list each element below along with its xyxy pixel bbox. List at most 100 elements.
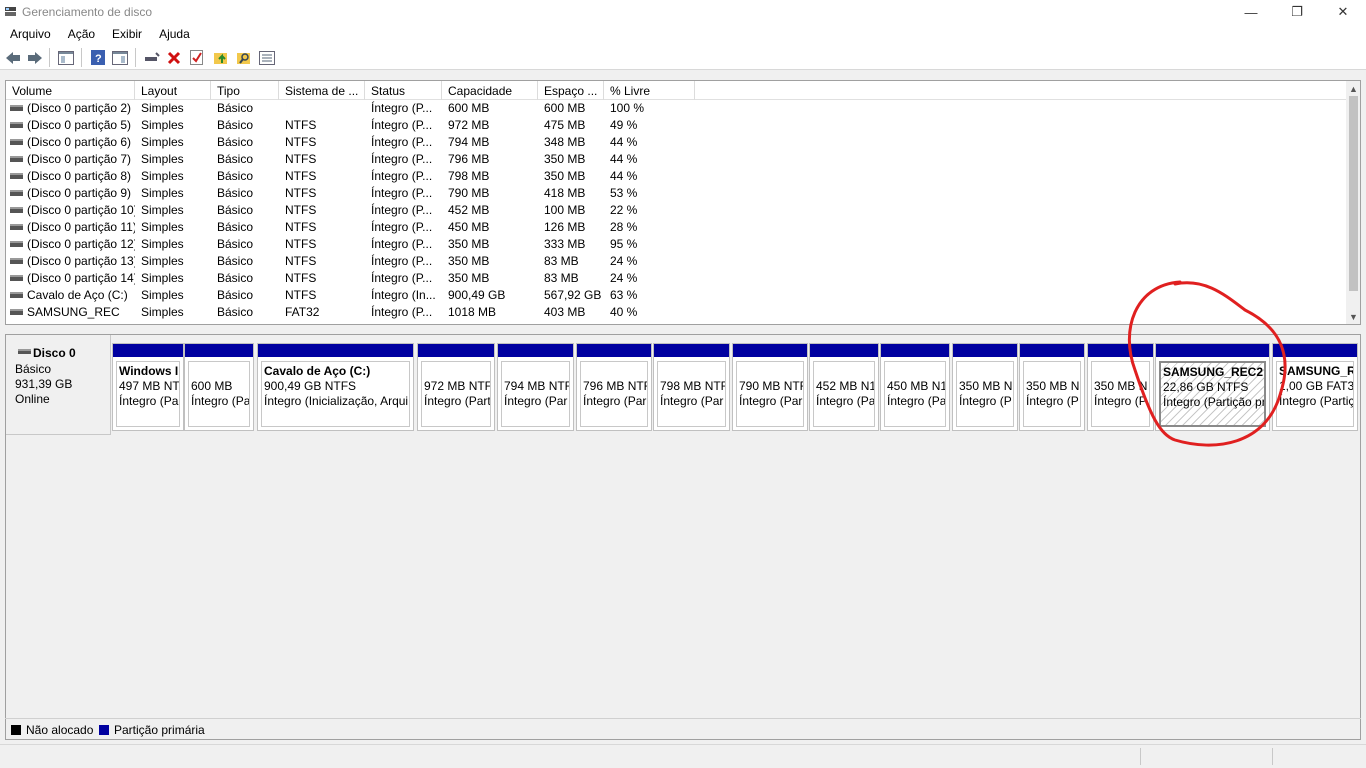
help-icon[interactable]: ? xyxy=(89,49,107,66)
minimize-button[interactable]: — xyxy=(1228,0,1274,24)
cell-tipo: Básico xyxy=(217,288,254,302)
partition-block[interactable]: SAMSUNG_R 1,00 GB FAT32 Íntegro (Partiç xyxy=(1272,343,1358,431)
partition-block[interactable]: 798 MB NTF Íntegro (Par xyxy=(653,343,730,431)
table-row[interactable]: (Disco 0 partição 14) Simples Básico NTFS Ín… xyxy=(6,270,1346,287)
partition-block[interactable]: 350 MB N Íntegro (P xyxy=(1019,343,1085,431)
menu-acao[interactable]: Ação xyxy=(58,24,102,44)
partition-block[interactable]: 790 MB NTF Íntegro (Par xyxy=(732,343,808,431)
column-header-pct-livre[interactable]: % Livre xyxy=(604,81,695,100)
table-row[interactable]: (Disco 0 partição 7) Simples Básico NTFS Ínt… xyxy=(6,151,1346,168)
partition-details[interactable]: 972 MB NTF Íntegro (Part xyxy=(421,361,491,427)
partition-details[interactable]: 350 MB N Íntegro (P xyxy=(1023,361,1081,427)
partition-details[interactable]: 600 MB Íntegro (Pa xyxy=(188,361,250,427)
column-header-tipo[interactable]: Tipo xyxy=(211,81,279,100)
disk-status: Online xyxy=(15,392,50,406)
partition-details[interactable]: Windows I497 MB NTFÍntegro (Pa xyxy=(116,361,180,427)
partition-block[interactable]: SAMSUNG_REC2 22,86 GB NTFS Íntegro (Partiç… xyxy=(1155,343,1270,431)
column-header-layout[interactable]: Layout xyxy=(135,81,211,100)
table-row[interactable]: (Disco 0 partição 13) Simples Básico NTFS Ín… xyxy=(6,253,1346,270)
partition-block[interactable]: 794 MB NTF Íntegro (Par xyxy=(497,343,574,431)
menu-ajuda[interactable]: Ajuda xyxy=(149,24,197,44)
partition-name xyxy=(660,364,725,379)
delete-icon[interactable] xyxy=(165,49,183,66)
column-header-capacidade[interactable]: Capacidade xyxy=(442,81,538,100)
disk-size: 931,39 GB xyxy=(15,377,73,391)
partition-details[interactable]: Cavalo de Aço (C:) 900,49 GB NTFS Íntegro … xyxy=(261,361,410,427)
partition-details[interactable]: 796 MB NTF Íntegro (Par xyxy=(580,361,648,427)
partition-status: Íntegro (Pa xyxy=(191,394,250,408)
partition-name: SAMSUNG_R xyxy=(1279,364,1354,378)
menu-exibir[interactable]: Exibir xyxy=(102,24,149,44)
toolbar-separator xyxy=(135,48,136,67)
table-row[interactable]: Cavalo de Aço (C:) Simples Básico NTFS Ínteg… xyxy=(6,287,1346,304)
partition-block[interactable]: 350 MB N Íntegro (P xyxy=(952,343,1018,431)
table-row[interactable]: (Disco 0 partição 8) Simples Básico NTFS Ínt… xyxy=(6,168,1346,185)
cell-volume: (Disco 0 partição 11) xyxy=(27,220,135,234)
partition-block[interactable]: 600 MB Íntegro (Pa xyxy=(184,343,254,431)
cell-tipo: Básico xyxy=(217,203,254,217)
vertical-scrollbar[interactable]: ▲ ▼ xyxy=(1346,81,1360,324)
column-header-espaco[interactable]: Espaço ... xyxy=(538,81,604,100)
cell-status: Íntegro (P... xyxy=(371,220,433,234)
partition-details[interactable]: SAMSUNG_R 1,00 GB FAT32 Íntegro (Partiç xyxy=(1276,361,1354,427)
partition-details[interactable]: 350 MB N Íntegro (P xyxy=(956,361,1014,427)
partition-block[interactable]: 350 MB N Íntegro (P xyxy=(1087,343,1154,431)
search-icon[interactable] xyxy=(235,49,253,66)
table-row[interactable]: SAMSUNG_REC Simples Básico FAT32 Íntegro (P.… xyxy=(6,304,1346,321)
cell-layout: Simples xyxy=(141,203,184,217)
partition-type-bar xyxy=(113,344,183,357)
scroll-up-icon[interactable]: ▲ xyxy=(1349,84,1358,94)
partition-block[interactable]: Cavalo de Aço (C:) 900,49 GB NTFS Íntegro … xyxy=(257,343,414,431)
properties-pane-icon[interactable] xyxy=(111,49,129,66)
cell-pct: 95 % xyxy=(610,237,638,251)
partition-block[interactable]: Windows I497 MB NTFÍntegro (Pa xyxy=(112,343,184,431)
partition-details[interactable]: 350 MB N Íntegro (P xyxy=(1091,361,1150,427)
partition-block[interactable]: 450 MB N1 Íntegro (Pa xyxy=(880,343,950,431)
cell-free: 418 MB xyxy=(544,186,586,200)
list-properties-icon[interactable] xyxy=(258,49,276,66)
table-row[interactable]: (Disco 0 partição 12) Simples Básico NTFS Ín… xyxy=(6,236,1346,253)
console-tree-icon[interactable] xyxy=(57,49,75,66)
volume-icon xyxy=(10,207,23,213)
check-icon[interactable] xyxy=(188,49,206,66)
partition-size: 350 MB N xyxy=(959,379,1013,393)
partition-type-bar xyxy=(258,344,413,357)
partition-details[interactable]: 790 MB NTF Íntegro (Par xyxy=(736,361,804,427)
partition-block[interactable]: 972 MB NTF Íntegro (Part xyxy=(417,343,495,431)
maximize-button[interactable]: ❐ xyxy=(1274,0,1320,24)
partition-status: Íntegro (Pa xyxy=(887,394,946,408)
table-row[interactable]: (Disco 0 partição 9) Simples Básico NTFS Ínt… xyxy=(6,185,1346,202)
cell-pct: 40 % xyxy=(610,305,638,319)
partition-block[interactable]: 452 MB N1 Íntegro (Pa xyxy=(809,343,879,431)
scroll-down-icon[interactable]: ▼ xyxy=(1349,312,1358,322)
partition-details[interactable]: 798 MB NTF Íntegro (Par xyxy=(657,361,726,427)
table-row[interactable]: (Disco 0 partição 2) Simples Básico Íntegro… xyxy=(6,100,1346,117)
column-header-volume[interactable]: Volume xyxy=(6,81,135,100)
partition-name xyxy=(739,364,803,379)
partition-type-bar xyxy=(654,344,729,357)
cell-tipo: Básico xyxy=(217,135,254,149)
partition-details[interactable]: 452 MB N1 Íntegro (Pa xyxy=(813,361,875,427)
column-header-filesystem[interactable]: Sistema de ... xyxy=(279,81,365,100)
back-arrow-icon[interactable] xyxy=(4,49,22,66)
partition-size: 798 MB NTF xyxy=(660,379,726,393)
menu-arquivo[interactable]: Arquivo xyxy=(0,24,58,44)
cell-capacity: 600 MB xyxy=(448,101,490,115)
connect-drive-icon[interactable] xyxy=(143,49,161,66)
partition-block[interactable]: 796 MB NTF Íntegro (Par xyxy=(576,343,652,431)
close-button[interactable]: ✕ xyxy=(1320,0,1366,24)
scroll-thumb[interactable] xyxy=(1349,96,1358,291)
forward-arrow-icon[interactable] xyxy=(26,49,44,66)
folder-up-icon[interactable] xyxy=(212,49,230,66)
partition-details[interactable]: 450 MB N1 Íntegro (Pa xyxy=(884,361,946,427)
partition-details[interactable]: SAMSUNG_REC2 22,86 GB NTFS Íntegro (Partiç… xyxy=(1159,361,1266,427)
column-header-status[interactable]: Status xyxy=(365,81,442,100)
cell-tipo: Básico xyxy=(217,271,254,285)
table-row[interactable]: (Disco 0 partição 11) Simples Básico NTFS Ín… xyxy=(6,219,1346,236)
table-row[interactable]: (Disco 0 partição 6) Simples Básico NTFS Ínt… xyxy=(6,134,1346,151)
partition-details[interactable]: 794 MB NTF Íntegro (Par xyxy=(501,361,570,427)
table-row[interactable]: (Disco 0 partição 5) Simples Básico NTFS Ínt… xyxy=(6,117,1346,134)
table-row[interactable]: (Disco 0 partição 10) Simples Básico NTFS Ín… xyxy=(6,202,1346,219)
cell-fs: NTFS xyxy=(285,254,317,268)
disk-0-label[interactable]: Disco 0 Básico 931,39 GB Online xyxy=(6,335,111,435)
